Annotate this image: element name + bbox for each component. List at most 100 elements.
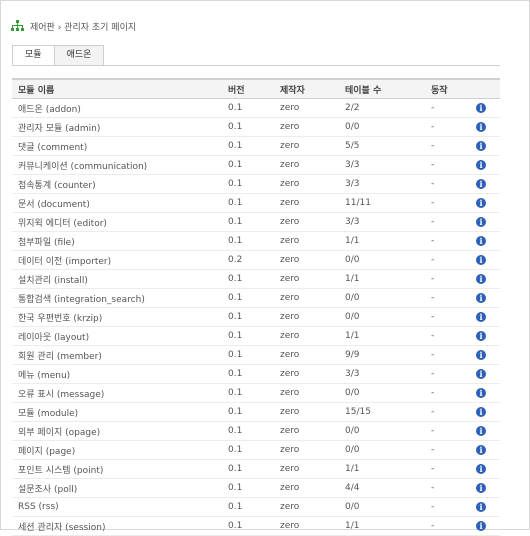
version-cell: 0.1 xyxy=(222,421,274,441)
info-cell: i xyxy=(470,440,500,460)
action-cell: - xyxy=(425,193,470,213)
action-cell: - xyxy=(425,98,470,118)
column-header-info xyxy=(470,78,500,99)
tables-cell: 11/11 xyxy=(339,193,425,213)
action-cell: - xyxy=(425,478,470,498)
author-cell: zero xyxy=(274,117,339,137)
action-cell: - xyxy=(425,383,470,403)
info-icon[interactable]: i xyxy=(476,425,486,436)
table-row: 설치관리 (install) 0.1 zero 1/1- i xyxy=(12,269,500,289)
action-cell: - xyxy=(425,516,470,536)
module-name-cell: 통합검색 (integration_search) xyxy=(12,288,222,308)
info-icon[interactable]: i xyxy=(476,235,486,246)
info-icon[interactable]: i xyxy=(476,311,486,322)
tables-cell: 3/3 xyxy=(339,364,425,384)
table-row: 댓글 (comment) 0.1 zero 5/5- i xyxy=(12,136,500,156)
table-row: 모듈 (module) 0.1 zero 15/15- i xyxy=(12,402,500,422)
table-row: 문서 (document) 0.1 zero 11/11- i xyxy=(12,193,500,213)
tables-cell: 1/1 xyxy=(339,516,425,536)
action-cell: - xyxy=(425,269,470,289)
action-cell: - xyxy=(425,250,470,270)
action-cell: - xyxy=(425,307,470,327)
info-icon[interactable]: i xyxy=(476,178,486,189)
tables-cell: 0/0 xyxy=(339,440,425,460)
author-cell: zero xyxy=(274,269,339,289)
info-icon[interactable]: i xyxy=(476,216,486,227)
tab-modules[interactable]: 모듈 xyxy=(12,45,55,66)
action-cell: - xyxy=(425,174,470,194)
version-cell: 0.1 xyxy=(222,516,274,536)
version-cell: 0.1 xyxy=(222,269,274,289)
info-cell: i xyxy=(470,478,500,498)
info-icon[interactable]: i xyxy=(476,406,486,417)
sitemap-icon xyxy=(11,20,24,31)
info-cell: i xyxy=(470,288,500,308)
tables-cell: 0/0 xyxy=(339,288,425,308)
tables-cell: 2/2 xyxy=(339,98,425,118)
version-cell: 0.1 xyxy=(222,117,274,137)
info-icon[interactable]: i xyxy=(476,463,486,474)
info-icon[interactable]: i xyxy=(476,159,486,170)
tables-cell: 3/3 xyxy=(339,174,425,194)
author-cell: zero xyxy=(274,174,339,194)
info-icon[interactable]: i xyxy=(476,387,486,398)
tables-cell: 5/5 xyxy=(339,136,425,156)
info-icon[interactable]: i xyxy=(476,273,486,284)
column-header-action: 동작 xyxy=(425,78,470,99)
module-name-cell: 커뮤니케이션 (communication) xyxy=(12,155,222,175)
module-name-cell: 첨부파일 (file) xyxy=(12,231,222,251)
tab-divider xyxy=(12,65,500,66)
info-icon[interactable]: i xyxy=(476,330,486,341)
module-name-cell: 관리자 모듈 (admin) xyxy=(12,117,222,137)
info-icon[interactable]: i xyxy=(476,349,486,360)
info-icon[interactable]: i xyxy=(476,121,486,132)
action-cell: - xyxy=(425,117,470,137)
module-name-cell: 레이아웃 (layout) xyxy=(12,326,222,346)
info-icon[interactable]: i xyxy=(476,292,486,303)
author-cell: zero xyxy=(274,516,339,536)
tables-cell: 0/0 xyxy=(339,250,425,270)
info-icon[interactable]: i xyxy=(476,140,486,151)
module-name-cell: 회원 관리 (member) xyxy=(12,345,222,365)
tables-cell: 0/0 xyxy=(339,421,425,441)
version-cell: 0.1 xyxy=(222,288,274,308)
info-cell: i xyxy=(470,136,500,156)
tables-cell: 0/0 xyxy=(339,497,425,517)
author-cell: zero xyxy=(274,136,339,156)
info-icon[interactable]: i xyxy=(476,501,486,512)
tab-addons[interactable]: 애드온 xyxy=(53,45,105,66)
info-cell: i xyxy=(470,98,500,118)
action-cell: - xyxy=(425,421,470,441)
action-cell: - xyxy=(425,212,470,232)
tables-cell: 1/1 xyxy=(339,326,425,346)
module-name-cell: 데이터 이전 (importer) xyxy=(12,250,222,270)
author-cell: zero xyxy=(274,307,339,327)
module-name-cell: 위지윅 에디터 (editor) xyxy=(12,212,222,232)
version-cell: 0.1 xyxy=(222,345,274,365)
info-icon[interactable]: i xyxy=(476,520,486,531)
module-name-cell: 한국 우편번호 (krzip) xyxy=(12,307,222,327)
info-icon[interactable]: i xyxy=(476,368,486,379)
table-row: 첨부파일 (file) 0.1 zero 1/1- i xyxy=(12,231,500,251)
info-icon[interactable]: i xyxy=(476,197,486,208)
info-icon[interactable]: i xyxy=(476,444,486,455)
info-cell: i xyxy=(470,117,500,137)
author-cell: zero xyxy=(274,212,339,232)
version-cell: 0.1 xyxy=(222,402,274,422)
table-row: 세션 관리자 (session) 0.1 zero 1/1- i xyxy=(12,516,500,536)
info-icon[interactable]: i xyxy=(476,254,486,265)
module-name-cell: 페이지 (page) xyxy=(12,440,222,460)
tables-cell: 0/0 xyxy=(339,383,425,403)
column-header-version: 버전 xyxy=(222,78,274,99)
version-cell: 0.1 xyxy=(222,459,274,479)
info-icon[interactable]: i xyxy=(476,102,486,113)
page-title: 제어판 › 관리자 초기 페이지 xyxy=(30,22,137,33)
info-cell: i xyxy=(470,402,500,422)
table-row: 설문조사 (poll) 0.1 zero 4/4- i xyxy=(12,478,500,498)
tables-cell: 0/0 xyxy=(339,307,425,327)
module-name-cell: 문서 (document) xyxy=(12,193,222,213)
action-cell: - xyxy=(425,231,470,251)
table-header-row: 모듈 이름 버전 제작자 테이블 수 동작 xyxy=(12,78,500,99)
info-icon[interactable]: i xyxy=(476,482,486,493)
author-cell: zero xyxy=(274,231,339,251)
